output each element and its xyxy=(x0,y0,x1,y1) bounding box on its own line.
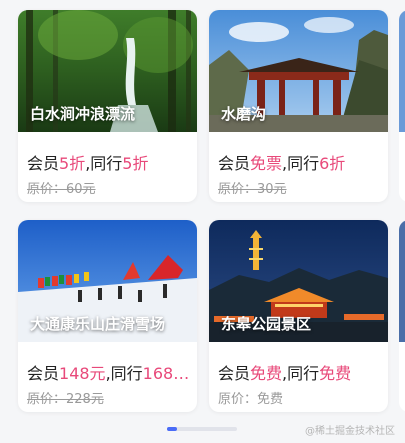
companion-price: 5折 xyxy=(122,154,149,173)
price-line: 会员5折,同行5折 xyxy=(27,150,197,174)
price-line: 会员148元,同行168… xyxy=(27,360,197,384)
scenic-card-shuimogou[interactable]: 水磨沟 会员免票,同行6折 原价：30元 xyxy=(209,10,388,202)
scenic-spot-grid: 白水涧冲浪漂流 会员5折,同行5折 原价：60元 水磨沟 会员免票,同行6折 原… xyxy=(0,0,405,443)
member-price: 148元 xyxy=(59,364,106,383)
carousel-pager[interactable] xyxy=(167,427,237,431)
member-price: 免费 xyxy=(250,364,283,383)
original-price: 原价：228元 xyxy=(27,392,104,407)
member-price: 免票 xyxy=(250,154,283,173)
companion-label: ,同行 xyxy=(282,364,320,383)
original-price: 原价：30元 xyxy=(218,182,287,197)
scenic-photo: 东皋公园景区 xyxy=(209,220,388,342)
original-price: 原价：免费 xyxy=(218,392,284,407)
next-page-card-peek[interactable] xyxy=(399,220,405,412)
watermark-text: @稀土掘金技术社区 xyxy=(305,426,395,437)
scenic-card-baishuijian[interactable]: 白水涧冲浪漂流 会员5折,同行5折 原价：60元 xyxy=(18,10,197,202)
scenic-name: 白水涧冲浪漂流 xyxy=(30,105,136,123)
price-line: 会员免费,同行免费 xyxy=(218,360,388,384)
scenic-name: 水磨沟 xyxy=(221,105,267,123)
member-price: 5折 xyxy=(59,154,86,173)
pager-active-indicator xyxy=(167,427,177,431)
scenic-photo: 水磨沟 xyxy=(209,10,388,132)
scenic-photo: 白水涧冲浪漂流 xyxy=(18,10,197,132)
member-label: 会员 xyxy=(27,364,60,383)
member-label: 会员 xyxy=(27,154,60,173)
scenic-card-donggao-park[interactable]: 东皋公园景区 会员免费,同行免费 原价：免费 xyxy=(209,220,388,412)
next-page-card-peek[interactable] xyxy=(399,10,405,202)
companion-label: ,同行 xyxy=(105,364,143,383)
member-label: 会员 xyxy=(218,364,251,383)
member-label: 会员 xyxy=(218,154,251,173)
scenic-photo: 大通康乐山庄滑雪场 xyxy=(18,220,197,342)
scenic-name: 东皋公园景区 xyxy=(221,315,312,333)
companion-price: 6折 xyxy=(319,154,346,173)
companion-label: ,同行 xyxy=(282,154,320,173)
price-line: 会员免票,同行6折 xyxy=(218,150,388,174)
companion-price: 168… xyxy=(142,364,190,383)
companion-label: ,同行 xyxy=(85,154,123,173)
scenic-name: 大通康乐山庄滑雪场 xyxy=(30,315,166,333)
scenic-card-datong-ski[interactable]: 大通康乐山庄滑雪场 会员148元,同行168… 原价：228元 xyxy=(18,220,197,412)
companion-price: 免费 xyxy=(319,364,352,383)
original-price: 原价：60元 xyxy=(27,182,96,197)
